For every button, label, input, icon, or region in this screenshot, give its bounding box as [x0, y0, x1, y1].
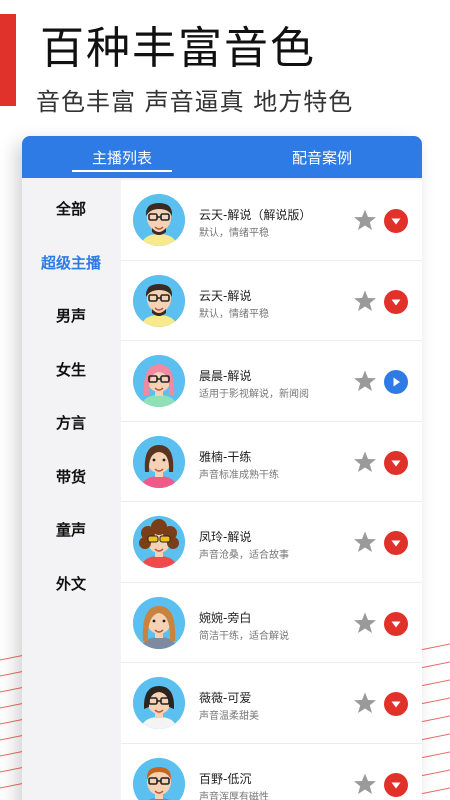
avatar: [133, 516, 185, 568]
voice-row[interactable]: 凤玲-解说 声音沧桑，适合故事: [121, 502, 422, 583]
avatar: [133, 435, 185, 488]
star-icon[interactable]: [353, 611, 377, 635]
download-icon: [390, 698, 402, 710]
voice-description: 声音标准成熟干练: [199, 469, 279, 481]
star-icon[interactable]: [353, 208, 377, 232]
star-icon[interactable]: [353, 289, 377, 313]
star-icon[interactable]: [353, 369, 377, 393]
voice-name: 薇薇-可爱: [199, 691, 252, 705]
sidebar-item-foreign[interactable]: 外文: [22, 557, 120, 611]
avatar: [133, 194, 185, 246]
avatar: [133, 757, 185, 800]
voice-name: 雅楠-干练: [199, 449, 252, 464]
sidebar-item-dialect[interactable]: 方言: [22, 396, 120, 450]
voice-description: 默认，情绪平稳: [199, 228, 269, 239]
voice-description: 适用于影视解说，新闻阅: [199, 389, 309, 400]
play-icon: [390, 376, 402, 388]
star-icon[interactable]: [353, 691, 377, 715]
voice-row[interactable]: 云天-解说 默认，情绪平稳: [121, 261, 422, 341]
voice-row[interactable]: 百野-低沉 声音浑厚有磁性: [121, 744, 422, 800]
download-button[interactable]: [384, 692, 408, 716]
download-icon: [390, 618, 402, 630]
voice-name: 婉婉-旁白: [199, 610, 252, 625]
voice-name: 凤玲-解说: [199, 530, 252, 544]
accent-bar: [0, 14, 16, 106]
subheadline: 音色丰富 声音逼真 地方特色: [36, 88, 354, 116]
voice-description: 声音温柔甜美: [199, 711, 259, 722]
download-icon: [390, 457, 402, 469]
download-icon: [390, 537, 402, 549]
voice-name: 云天-解说: [199, 288, 252, 303]
voice-description: 简洁干练，适合解说: [199, 630, 289, 642]
tab-anchor-list[interactable]: 主播列表: [22, 136, 222, 178]
tab-dubbing-cases[interactable]: 配音案例: [222, 136, 422, 178]
voice-row[interactable]: 雅楠-干练 声音标准成熟干练: [121, 422, 422, 502]
download-button[interactable]: [384, 531, 408, 555]
download-button[interactable]: [384, 450, 408, 475]
voice-name: 云天-解说（解说版）: [199, 208, 312, 222]
star-icon[interactable]: [353, 450, 377, 474]
voice-description: 声音沧桑，适合故事: [199, 550, 289, 561]
app-preview: 主播列表 配音案例 全部 超级主播 男声 女生 方言 带货 童声 外文 云天-解…: [22, 136, 422, 800]
voice-description: 声音浑厚有磁性: [199, 791, 269, 800]
download-button[interactable]: [384, 772, 408, 797]
promo-screen: 百种丰富音色 音色丰富 声音逼真 地方特色 主播列表 配音案例 全部 超级主播 …: [0, 0, 450, 800]
voice-row[interactable]: 晨晨-解说 适用于影视解说，新闻阅: [121, 341, 422, 422]
download-icon: [390, 296, 402, 308]
sidebar-item-sales[interactable]: 带货: [22, 450, 120, 504]
download-button[interactable]: [384, 289, 408, 314]
voice-description: 默认，情绪平稳: [199, 308, 269, 320]
sidebar-item-child[interactable]: 童声: [22, 503, 120, 557]
voice-list: 云天-解说（解说版） 默认，情绪平稳 云天-解说 默认，情绪平稳 晨晨-解说 适…: [121, 180, 422, 800]
sidebar-item-female[interactable]: 女生: [22, 343, 120, 397]
sidebar-item-male[interactable]: 男声: [22, 289, 120, 343]
category-sidebar: 全部 超级主播 男声 女生 方言 带货 童声 外文: [22, 178, 120, 800]
download-button[interactable]: [384, 209, 408, 233]
voice-row[interactable]: 婉婉-旁白 简洁干练，适合解说: [121, 583, 422, 663]
sidebar-item-all[interactable]: 全部: [22, 182, 120, 236]
star-icon[interactable]: [353, 772, 377, 796]
avatar: [133, 274, 185, 327]
voice-row[interactable]: 云天-解说（解说版） 默认，情绪平稳: [121, 180, 422, 261]
avatar: [133, 355, 185, 407]
download-button[interactable]: [384, 611, 408, 636]
voice-name: 百野-低沉: [199, 771, 252, 786]
star-icon[interactable]: [353, 530, 377, 554]
avatar: [133, 596, 185, 649]
tab-bar: 主播列表 配音案例: [22, 136, 422, 178]
voice-name: 晨晨-解说: [199, 369, 252, 383]
headline: 百种丰富音色: [40, 23, 316, 74]
download-icon: [390, 215, 402, 227]
play-button[interactable]: [384, 370, 408, 394]
voice-row[interactable]: 薇薇-可爱 声音温柔甜美: [121, 663, 422, 744]
avatar: [133, 677, 185, 729]
download-icon: [390, 779, 402, 791]
sidebar-item-super-anchor[interactable]: 超级主播: [22, 236, 120, 290]
